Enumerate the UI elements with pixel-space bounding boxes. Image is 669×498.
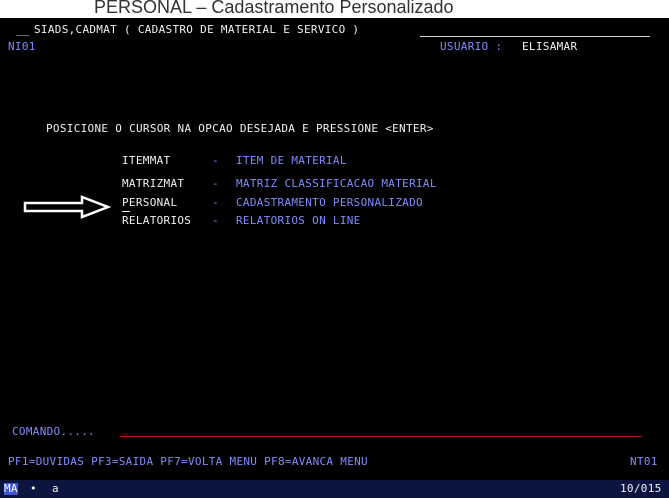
user-name: ELISAMAR — [522, 40, 578, 53]
menu-desc: CADASTRAMENTO PERSONALIZADO — [236, 196, 423, 209]
status-session: a — [52, 482, 59, 495]
menu-code: ITEMMAT — [122, 154, 171, 167]
screen-title: SIADS,CADMAT ( CADASTRO DE MATERIAL E SE… — [34, 23, 360, 36]
status-bar: MA • a 10/015 — [0, 480, 669, 498]
menu-code: MATRIZMAT — [122, 177, 185, 190]
cursor-position: 10/015 — [620, 482, 662, 495]
cursor-underscore — [122, 211, 130, 212]
screen-code: NT01 — [630, 455, 658, 468]
pf-keys-legend: PF1=DUVIDAS PF3=SAIDA PF7=VOLTA MENU PF8… — [8, 455, 368, 468]
instruction-text: POSICIONE O CURSOR NA OPCAO DESEJADA E P… — [46, 122, 434, 135]
menu-code: RELATORIOS — [122, 214, 192, 227]
menu-sep: - — [212, 154, 219, 167]
page-heading: PERSONAL – Cadastramento Personalizado — [0, 0, 669, 18]
menu-sep: - — [212, 196, 219, 209]
terminal-screen[interactable]: __ SIADS,CADMAT ( CADASTRO DE MATERIAL E… — [0, 18, 669, 498]
menu-sep: - — [212, 177, 219, 190]
command-label: COMANDO..... — [12, 425, 96, 438]
menu-desc: MATRIZ CLASSIFICACAO MATERIAL — [236, 177, 437, 190]
menu-desc: RELATORIOS ON LINE — [236, 214, 361, 227]
command-input[interactable] — [120, 436, 642, 437]
menu-desc: ITEM DE MATERIAL — [236, 154, 347, 167]
right-arrow-outline-icon — [23, 195, 112, 219]
status-mode: MA — [4, 482, 18, 495]
menu-sep: - — [212, 214, 219, 227]
status-indicator: • — [30, 482, 37, 495]
menu-code: PERSONAL — [122, 196, 178, 209]
user-label: USUARIO : — [440, 40, 503, 53]
title-underline — [420, 36, 650, 37]
screen-id: NI01 — [8, 40, 36, 53]
title-prefix: __ — [16, 23, 30, 36]
